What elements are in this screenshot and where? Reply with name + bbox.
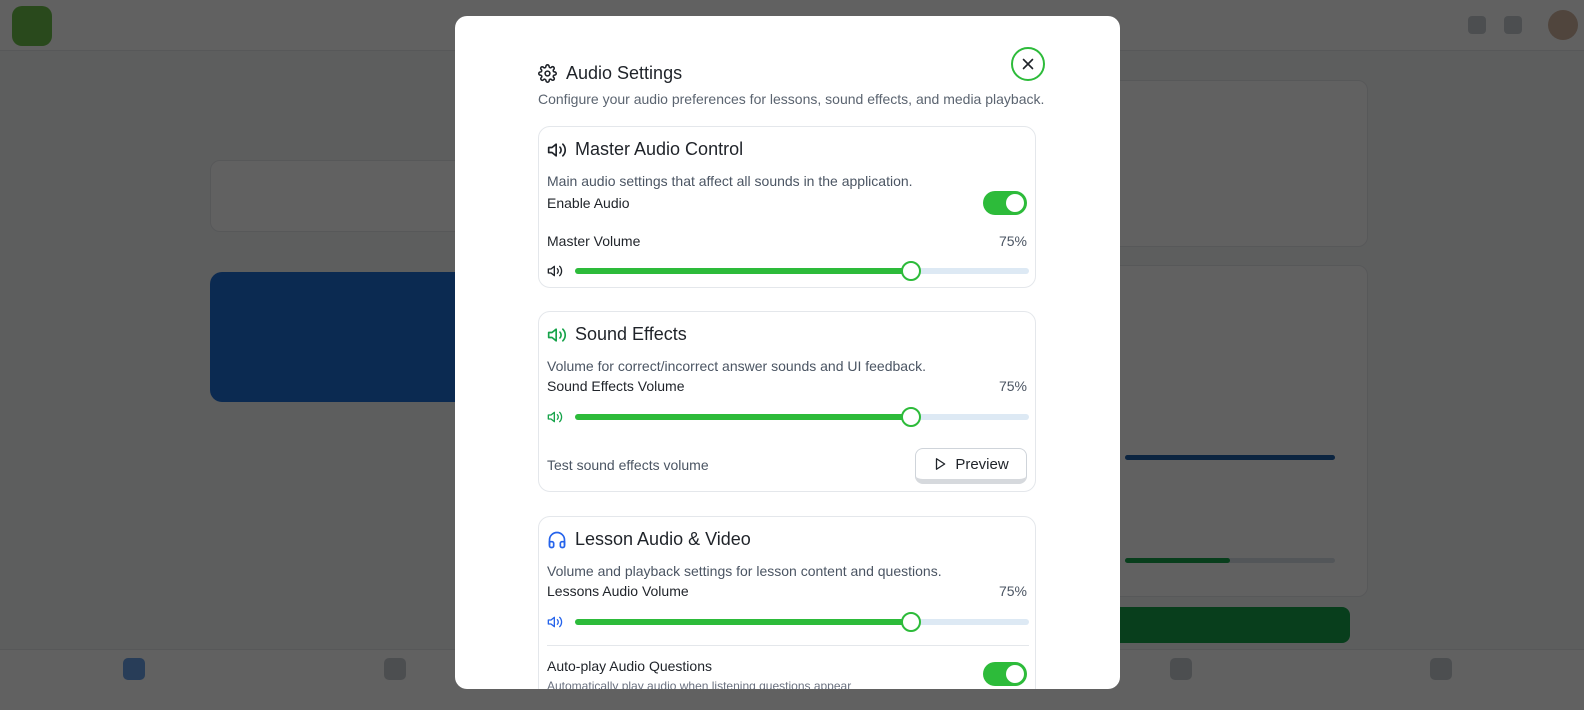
slider-fill xyxy=(575,619,911,625)
preview-button[interactable]: Preview xyxy=(915,448,1027,484)
sound-effects-description: Volume for correct/incorrect answer soun… xyxy=(547,358,926,374)
play-icon xyxy=(936,458,946,470)
lesson-audio-description: Volume and playback settings for lesson … xyxy=(547,563,942,579)
slider-thumb[interactable] xyxy=(900,261,921,281)
close-button[interactable] xyxy=(1011,47,1045,81)
slider-thumb[interactable] xyxy=(900,407,921,427)
master-volume-label: Master Volume xyxy=(547,233,641,249)
audio-settings-modal: Audio Settings Configure your audio pref… xyxy=(455,16,1120,689)
speaker-icon xyxy=(547,142,567,157)
volume-icon xyxy=(547,616,563,628)
slider-thumb[interactable] xyxy=(900,612,921,632)
speaker-icon xyxy=(547,327,567,342)
toggle-knob xyxy=(1006,665,1024,683)
headphones-icon xyxy=(548,531,566,548)
preview-button-label: Preview xyxy=(955,455,1009,473)
sound-effects-heading: Sound Effects xyxy=(575,324,687,344)
enable-audio-label: Enable Audio xyxy=(547,195,630,211)
lessons-volume-value: 75% xyxy=(998,583,1027,599)
gear-icon xyxy=(538,64,557,83)
sound-effects-heading-row: Sound Effects xyxy=(547,324,687,345)
toggle-knob xyxy=(1006,194,1024,212)
master-audio-heading-row: Master Audio Control xyxy=(547,139,743,160)
master-audio-heading: Master Audio Control xyxy=(575,139,744,159)
lesson-audio-heading-row: Lesson Audio & Video xyxy=(547,529,751,550)
lessons-slider-row xyxy=(547,612,1029,632)
autoplay-toggle[interactable] xyxy=(983,662,1027,686)
lesson-audio-section: Lesson Audio & Video Volume and playback… xyxy=(538,516,1036,689)
lesson-audio-heading: Lesson Audio & Video xyxy=(575,529,751,549)
sound-effects-volume-slider[interactable] xyxy=(575,407,1029,427)
master-volume-value: 75% xyxy=(998,233,1027,249)
lessons-volume-label: Lessons Audio Volume xyxy=(547,583,689,599)
close-icon xyxy=(1022,58,1034,70)
master-volume-slider[interactable] xyxy=(575,261,1029,281)
master-volume-slider-row xyxy=(547,261,1029,281)
sound-effects-slider-row xyxy=(547,407,1029,427)
master-audio-section: Master Audio Control Main audio settings… xyxy=(538,126,1036,288)
modal-title: Audio Settings xyxy=(566,63,683,83)
sound-effects-volume-value: 75% xyxy=(998,378,1027,394)
section-divider xyxy=(547,645,1029,646)
modal-title-row: Audio Settings xyxy=(538,63,682,84)
sound-effects-section: Sound Effects Volume for correct/incorre… xyxy=(538,311,1036,492)
master-audio-description: Main audio settings that affect all soun… xyxy=(547,173,913,189)
enable-audio-toggle[interactable] xyxy=(983,191,1027,215)
autoplay-description: Automatically play audio when listening … xyxy=(547,679,852,689)
volume-icon xyxy=(547,411,563,423)
autoplay-label: Auto-play Audio Questions xyxy=(547,658,712,674)
test-sound-effects-label: Test sound effects volume xyxy=(547,457,709,473)
sound-effects-volume-label: Sound Effects Volume xyxy=(547,378,685,394)
modal-subtitle: Configure your audio preferences for les… xyxy=(538,91,1045,107)
slider-fill xyxy=(575,414,911,420)
volume-icon xyxy=(547,265,563,277)
lessons-volume-slider[interactable] xyxy=(575,612,1029,632)
slider-fill xyxy=(575,268,911,274)
